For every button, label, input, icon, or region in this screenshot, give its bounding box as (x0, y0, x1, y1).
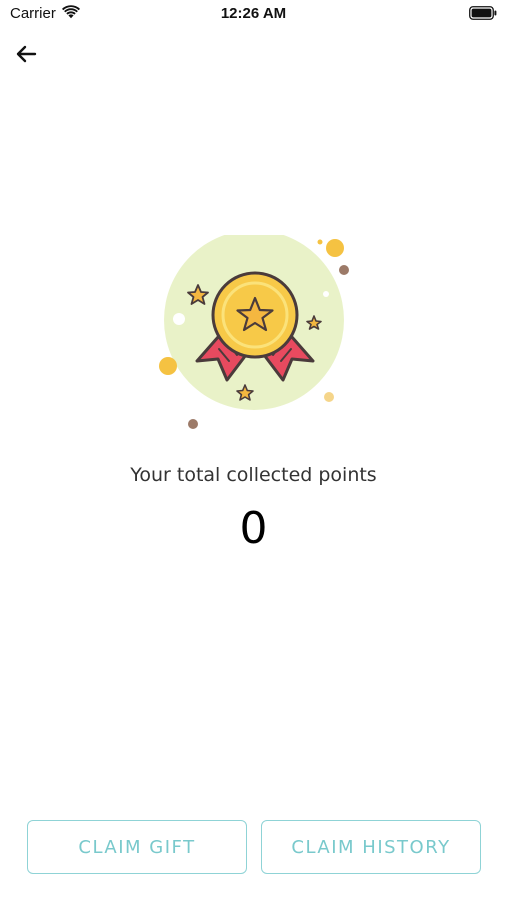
battery-icon (469, 6, 497, 20)
points-value: 0 (239, 503, 268, 554)
status-time: 12:26 AM (220, 5, 287, 22)
back-button[interactable] (12, 40, 40, 68)
points-label: Your total collected points (130, 464, 377, 486)
medal-icon (159, 235, 349, 429)
status-bar: Carrier 12:26 AM (0, 0, 507, 28)
claim-history-button[interactable]: CLAIM HISTORY (261, 820, 481, 874)
arrow-left-icon (16, 45, 37, 63)
claim-gift-button[interactable]: CLAIM GIFT (27, 820, 247, 874)
rewards-screen: Carrier 12:26 AM Your total collected po… (0, 0, 507, 900)
